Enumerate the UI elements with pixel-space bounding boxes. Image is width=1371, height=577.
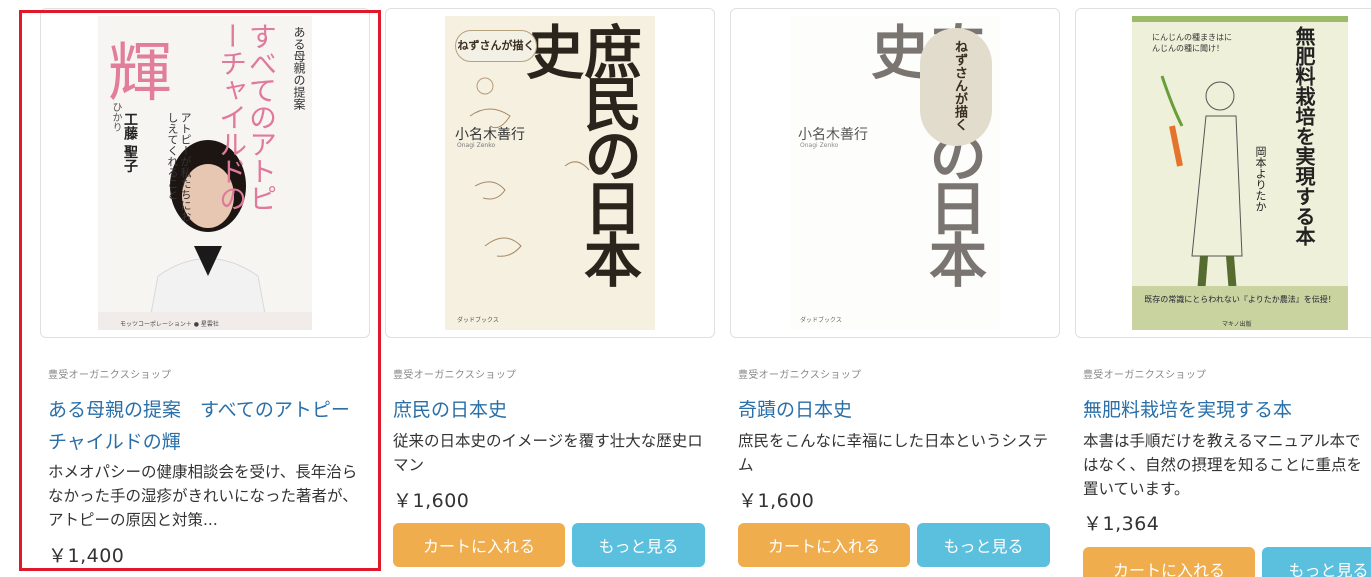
shop-name: 豊受オーガニクスショップ — [48, 370, 172, 381]
cover-author-text: 工藤 聖子 — [122, 112, 138, 173]
add-to-cart-button[interactable]: カートに入れる — [393, 523, 565, 567]
cover-big-text: 庶民の日本史 — [516, 22, 642, 282]
shop-name: 豊受オーガニクスショップ — [1083, 370, 1207, 381]
product-card: 奇蹟の日本史 ねずさんが描く 小名木善行 Onagi Zenko ダッドブックス… — [730, 0, 1065, 577]
cover-publisher-text: マキノ出版 — [1222, 321, 1252, 328]
book-cover-image: 庶民の日本史 ねずさんが描く 小名木善行 Onagi Zenko ダッドブックス — [445, 16, 655, 330]
book-cover-image: すべてのアトピーチャイルドの ある母親の提案 輝 ひかり アトピーが私たちにおし… — [98, 16, 312, 330]
cover-publisher-text: モッツコーポレーション＋ ● 星雲社 — [120, 321, 219, 328]
product-title-link[interactable]: 無肥料栽培を実現する本 — [1083, 394, 1371, 426]
cover-author-text: 岡本よりたか — [1254, 146, 1267, 212]
cover-author-text: 小名木善行 — [798, 127, 868, 143]
product-title-link[interactable]: 庶民の日本史 — [393, 394, 713, 426]
product-image-frame[interactable]: 庶民の日本史 ねずさんが描く 小名木善行 Onagi Zenko ダッドブックス — [385, 8, 715, 338]
cover-publisher-text: ダッドブックス — [457, 317, 499, 324]
book-cover-image: 奇蹟の日本史 ねずさんが描く 小名木善行 Onagi Zenko ダッドブックス — [790, 16, 1000, 330]
shop-name: 豊受オーガニクスショップ — [393, 370, 517, 381]
product-price: ￥1,364 — [1083, 513, 1160, 535]
see-more-button[interactable]: もっと見る — [1262, 547, 1371, 577]
cover-series-text: ある母親の提案 — [292, 26, 306, 110]
product-image-frame[interactable]: 無肥料栽培を実現する本 にんじんの種まきはにんじんの種に聞け！ 岡本よりたか 既… — [1075, 8, 1371, 338]
product-description: ホメオパシーの健康相談会を受け、長年治らなかった手の湿疹がきれいになった著者が、… — [48, 463, 358, 529]
see-more-button[interactable]: もっと見る — [572, 523, 705, 567]
book-cover-image: 無肥料栽培を実現する本 にんじんの種まきはにんじんの種に聞け！ 岡本よりたか 既… — [1132, 16, 1348, 330]
cover-author-en: Onagi Zenko — [800, 142, 839, 149]
product-card: 無肥料栽培を実現する本 にんじんの種まきはにんじんの種に聞け！ 岡本よりたか 既… — [1075, 0, 1371, 577]
cover-tagline: 既存の常識にとらわれない『よりたか農法』を伝授！ — [1144, 295, 1336, 304]
product-description: 本書は手順だけを教えるマニュアル本ではなく、自然の摂理を知ることに重点を置いてい… — [1083, 432, 1363, 498]
product-title-link[interactable]: ある母親の提案 すべてのアトピーチャイルドの輝 — [48, 394, 368, 458]
add-to-cart-button[interactable]: カートに入れる — [1083, 547, 1255, 577]
cover-author-en: Onagi Zenko — [457, 142, 496, 149]
cover-badge: ねずさんが描く — [455, 30, 537, 62]
product-price: ￥1,600 — [738, 490, 815, 512]
shop-name: 豊受オーガニクスショップ — [738, 370, 862, 381]
product-description: 従来の日本史のイメージを覆す壮大な歴史ロマン — [393, 432, 703, 474]
cover-big-text: 無肥料栽培を実現する本 — [1292, 26, 1316, 246]
product-card: 庶民の日本史 ねずさんが描く 小名木善行 Onagi Zenko ダッドブックス… — [385, 0, 720, 577]
product-image-frame[interactable]: すべてのアトピーチャイルドの ある母親の提案 輝 ひかり アトピーが私たちにおし… — [40, 8, 370, 338]
product-card: すべてのアトピーチャイルドの ある母親の提案 輝 ひかり アトピーが私たちにおし… — [0, 0, 380, 577]
see-more-button[interactable]: もっと見る — [917, 523, 1050, 567]
add-to-cart-button[interactable]: カートに入れる — [738, 523, 910, 567]
product-image-frame[interactable]: 奇蹟の日本史 ねずさんが描く 小名木善行 Onagi Zenko ダッドブックス — [730, 8, 1060, 338]
cover-kanji-text: 輝 — [108, 37, 172, 111]
product-title-link[interactable]: 奇蹟の日本史 — [738, 394, 1058, 426]
cover-publisher-text: ダッドブックス — [800, 317, 842, 324]
cover-big-text: すべてのアトピーチャイルドの — [215, 22, 278, 211]
cover-badge-text: ねずさんが描く — [952, 40, 967, 131]
cover-subtitle-text: アトピーが私たちにおしえてくれること — [166, 112, 192, 222]
cover-author-text: 小名木善行 — [455, 127, 525, 143]
product-price: ￥1,400 — [48, 545, 125, 567]
product-description: 庶民をこんなに幸福にした日本というシステム — [738, 432, 1049, 474]
cover-top-note: にんじんの種まきはにんじんの種に聞け！ — [1152, 33, 1232, 53]
product-price: ￥1,600 — [393, 490, 470, 512]
